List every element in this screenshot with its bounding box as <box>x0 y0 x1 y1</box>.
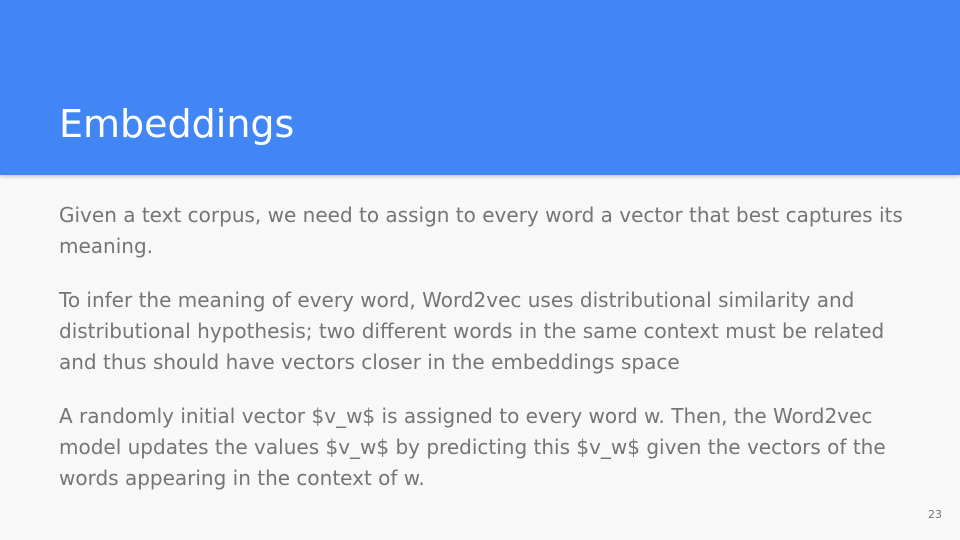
page-number: 23 <box>928 508 942 521</box>
slide-body: Given a text corpus, we need to assign t… <box>59 200 909 517</box>
body-paragraph-1: Given a text corpus, we need to assign t… <box>59 203 903 258</box>
slide-title: Embeddings <box>59 102 295 146</box>
body-paragraph-3: A randomly initial vector $v_w$ is assig… <box>59 404 886 490</box>
body-paragraph-2: To infer the meaning of every word, Word… <box>59 288 885 374</box>
slide: Embeddings Given a text corpus, we need … <box>0 0 960 540</box>
